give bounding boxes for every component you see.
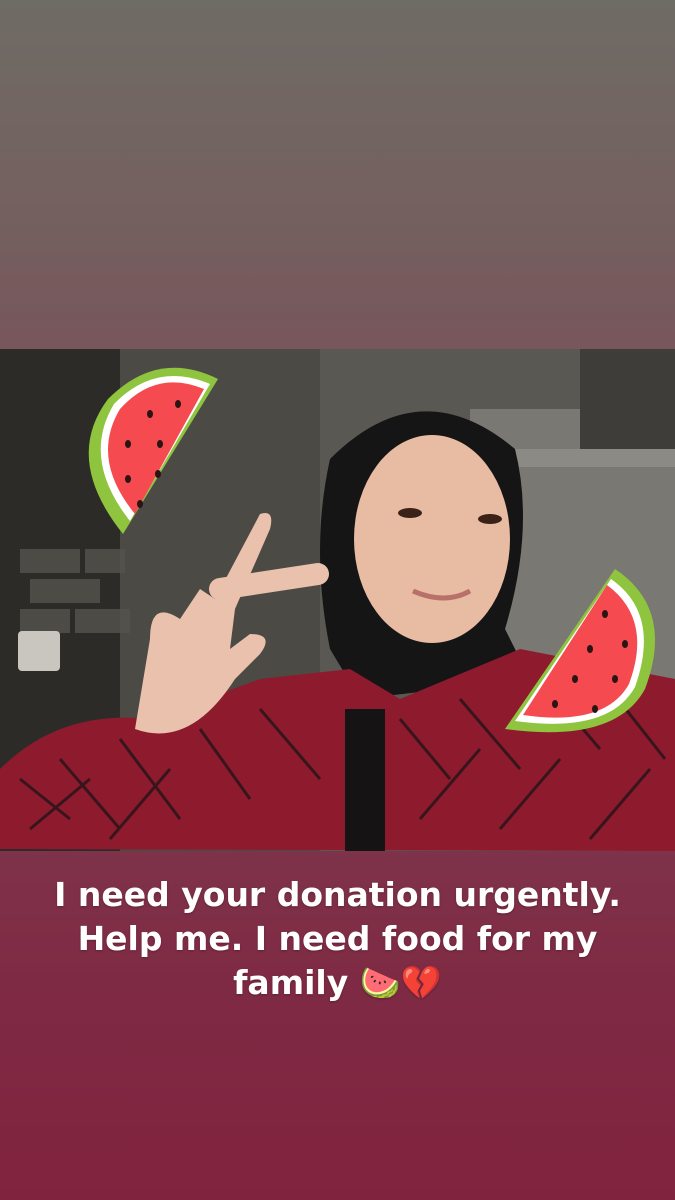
watermelon-sticker-top xyxy=(88,367,218,534)
watermelon-broken-heart-emoji: 🍉💔 xyxy=(359,963,442,1002)
story-caption: I need your donation urgently. Help me. … xyxy=(40,873,635,1005)
watermelon-sticker-right xyxy=(505,569,655,733)
bucket xyxy=(18,631,60,671)
face xyxy=(354,435,510,643)
caption-text: I need your donation urgently. Help me. … xyxy=(54,875,621,1002)
story-photo xyxy=(0,349,675,851)
